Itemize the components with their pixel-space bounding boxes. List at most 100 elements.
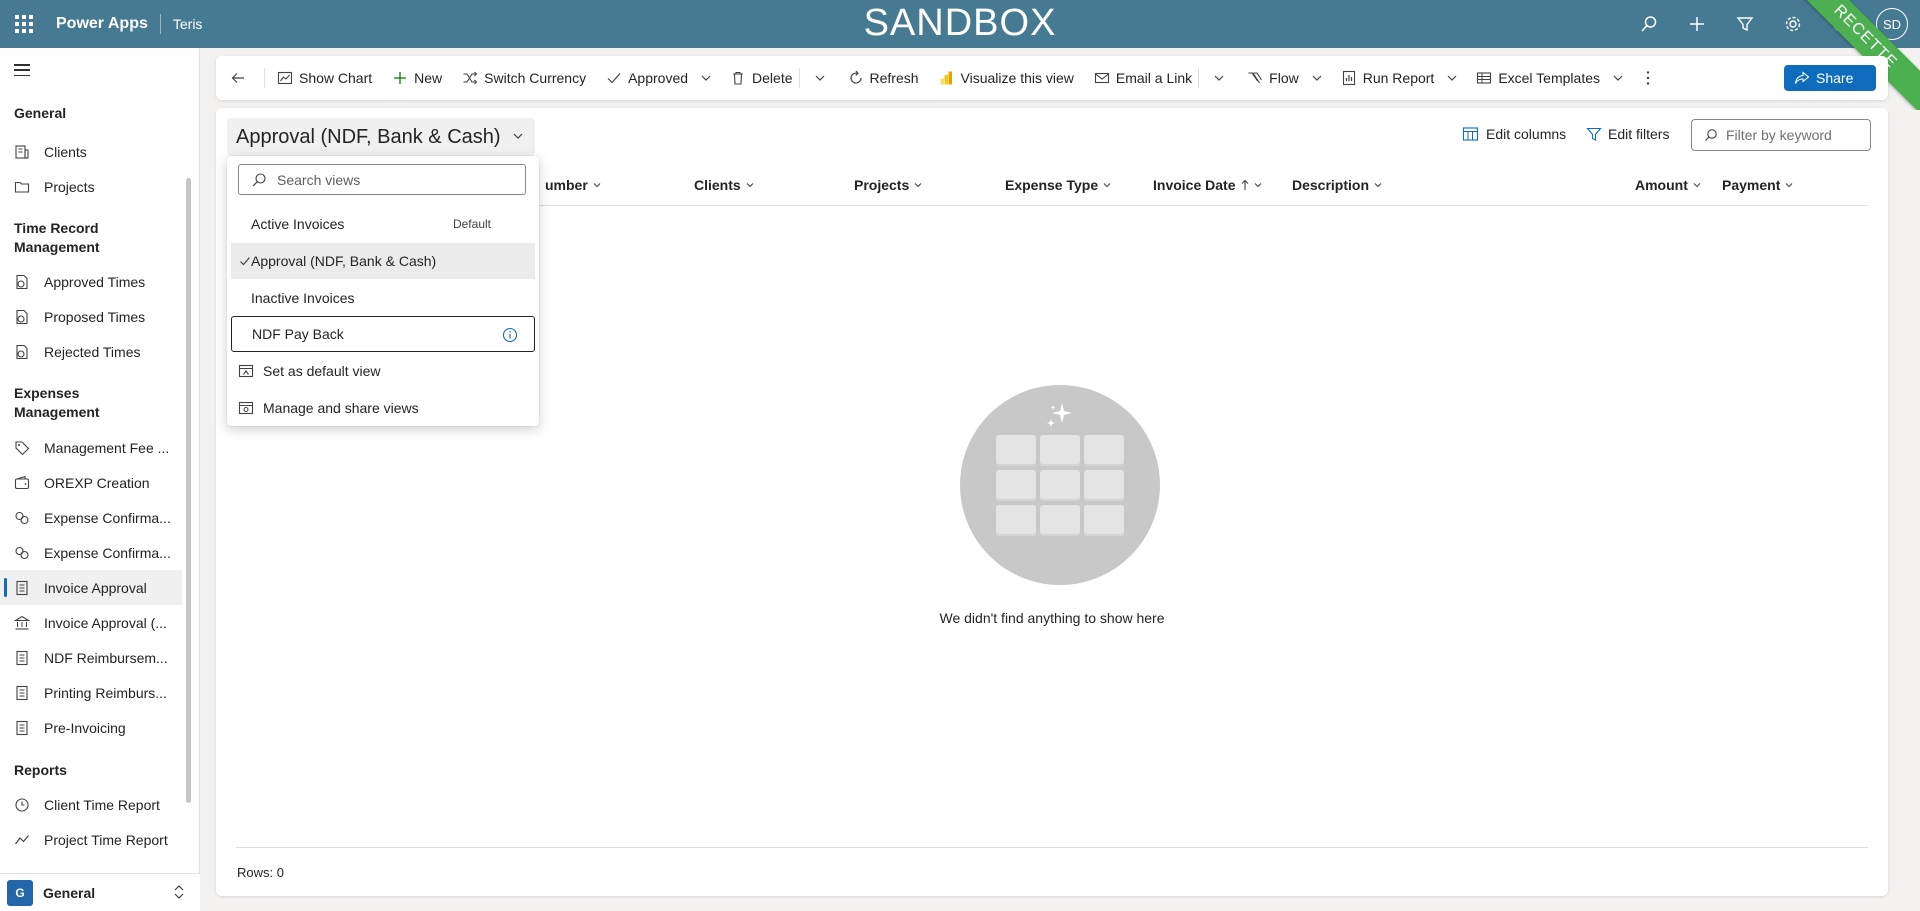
set-default-view-button[interactable]: Set as default view bbox=[238, 354, 381, 388]
email-link-button[interactable]: Email a Link bbox=[1084, 62, 1196, 94]
sidebar-item-ndf-reimbursement[interactable]: NDF Reimbursem... bbox=[0, 640, 182, 675]
sidebar-item-projects[interactable]: Projects bbox=[0, 169, 182, 204]
column-header-expense-type[interactable]: Expense Type bbox=[1005, 177, 1112, 193]
column-header-clients[interactable]: Clients bbox=[694, 177, 755, 193]
delete-button[interactable]: Delete bbox=[720, 62, 796, 94]
column-header-number[interactable]: umber bbox=[545, 177, 602, 193]
line-chart-icon bbox=[14, 832, 30, 848]
sidebar-item-pre-invoicing[interactable]: Pre-Invoicing bbox=[0, 710, 182, 745]
sidebar-item-project-time-report[interactable]: Project Time Report bbox=[0, 822, 182, 857]
hamburger-icon[interactable] bbox=[14, 64, 30, 76]
help-icon[interactable] bbox=[1828, 11, 1854, 37]
excel-templates-more-button[interactable] bbox=[1604, 62, 1632, 94]
sidebar-item-label: Invoice Approval (... bbox=[44, 614, 167, 631]
visualize-view-label: Visualize this view bbox=[960, 70, 1074, 86]
empty-state-message: We didn't find anything to show here bbox=[939, 610, 1165, 626]
chevron-down-icon bbox=[592, 180, 602, 190]
wallet-icon bbox=[14, 475, 30, 491]
area-label: General bbox=[43, 884, 96, 901]
column-header-amount[interactable]: Amount bbox=[1635, 177, 1702, 193]
sidebar-item-approved-times[interactable]: Approved Times bbox=[0, 264, 182, 299]
excel-templates-button[interactable]: Excel Templates bbox=[1466, 62, 1604, 94]
filter-keyword-box[interactable] bbox=[1691, 119, 1871, 151]
nav-group-general: General bbox=[14, 105, 67, 121]
edit-columns-button[interactable]: Edit columns bbox=[1462, 126, 1566, 142]
view-option-active-invoices[interactable]: Active Invoices Default bbox=[231, 206, 535, 242]
sidebar-item-label: Management Fee ... bbox=[44, 439, 170, 456]
flow-button[interactable]: Flow bbox=[1237, 62, 1303, 94]
mail-icon bbox=[1094, 70, 1110, 86]
search-views-box[interactable] bbox=[238, 164, 526, 195]
filter-keyword-input[interactable] bbox=[1726, 127, 1866, 143]
sidebar-item-label: Approved Times bbox=[44, 273, 146, 290]
user-avatar[interactable]: SD bbox=[1876, 8, 1908, 40]
refresh-label: Refresh bbox=[869, 70, 919, 86]
view-selector-button[interactable]: Approval (NDF, Bank & Cash) bbox=[227, 118, 535, 156]
sidebar-item-expense-confirmation-1[interactable]: Expense Confirma... bbox=[0, 500, 182, 535]
bank-icon bbox=[14, 615, 30, 631]
sidebar-item-label: OREXP Creation bbox=[44, 474, 150, 491]
switch-currency-button[interactable]: Switch Currency bbox=[452, 62, 596, 94]
area-badge: G bbox=[7, 879, 33, 906]
sidebar-item-client-time-report[interactable]: Client Time Report bbox=[0, 787, 182, 822]
chevron-down-icon bbox=[913, 180, 923, 190]
sidebar-item-expense-confirmation-2[interactable]: Expense Confirma... bbox=[0, 535, 182, 570]
refresh-button[interactable]: Refresh bbox=[838, 62, 929, 94]
app-name[interactable]: Power Apps bbox=[48, 14, 161, 34]
visualize-view-button[interactable]: Visualize this view bbox=[929, 62, 1084, 94]
sidebar-scrollbar[interactable] bbox=[186, 178, 191, 803]
search-views-input[interactable] bbox=[277, 171, 517, 188]
sidebar-item-printing-reimbursement[interactable]: Printing Reimburs... bbox=[0, 675, 182, 710]
column-header-invoice-date[interactable]: Invoice Date bbox=[1153, 177, 1263, 193]
info-icon[interactable] bbox=[502, 327, 518, 346]
environment-name[interactable]: Teris bbox=[161, 16, 203, 32]
sidebar-item-orexp-creation[interactable]: OREXP Creation bbox=[0, 465, 182, 500]
plus-icon[interactable] bbox=[1684, 11, 1710, 37]
sidebar-item-label: Pre-Invoicing bbox=[44, 719, 126, 736]
email-link-label: Email a Link bbox=[1115, 70, 1193, 86]
view-option-inactive-invoices[interactable]: Inactive Invoices bbox=[231, 280, 535, 316]
filter-icon bbox=[1586, 126, 1602, 142]
flow-more-button[interactable] bbox=[1303, 62, 1331, 94]
view-option-label: Inactive Invoices bbox=[251, 290, 355, 306]
view-option-ndf-pay-back[interactable]: NDF Pay Back bbox=[231, 316, 535, 352]
search-icon bbox=[1705, 129, 1717, 141]
chevron-down-icon bbox=[745, 180, 755, 190]
new-button[interactable]: New bbox=[382, 62, 452, 94]
sidebar-item-management-fee[interactable]: Management Fee ... bbox=[0, 430, 182, 465]
more-commands-button[interactable] bbox=[1632, 62, 1664, 94]
sidebar-item-rejected-times[interactable]: Rejected Times bbox=[0, 334, 182, 369]
email-more-button[interactable] bbox=[1201, 62, 1237, 94]
chevron-down-icon bbox=[1214, 75, 1224, 81]
run-report-more-button[interactable] bbox=[1438, 62, 1466, 94]
sidebar-item-proposed-times[interactable]: Proposed Times bbox=[0, 299, 182, 334]
clock-doc-icon bbox=[14, 344, 30, 360]
edit-filters-button[interactable]: Edit filters bbox=[1586, 126, 1669, 142]
column-header-payment[interactable]: Payment bbox=[1722, 177, 1794, 193]
column-header-description[interactable]: Description bbox=[1292, 177, 1383, 193]
sidebar-item-clients[interactable]: Clients bbox=[0, 134, 182, 169]
filter-icon[interactable] bbox=[1732, 11, 1758, 37]
run-report-button[interactable]: Run Report bbox=[1331, 62, 1439, 94]
sidebar-item-label: Expense Confirma... bbox=[44, 509, 171, 526]
manage-share-views-button[interactable]: Manage and share views bbox=[238, 391, 419, 425]
sidebar-item-label: NDF Reimbursem... bbox=[44, 649, 168, 666]
app-launcher-button[interactable] bbox=[0, 0, 48, 48]
checkmark-icon bbox=[239, 254, 251, 270]
excel-icon bbox=[1476, 70, 1492, 86]
sidebar-item-invoice-approval-2[interactable]: Invoice Approval (... bbox=[0, 605, 182, 640]
approved-button[interactable]: Approved bbox=[596, 62, 692, 94]
share-button[interactable]: Share bbox=[1784, 65, 1876, 91]
show-chart-button[interactable]: Show Chart bbox=[267, 62, 382, 94]
approved-more-button[interactable] bbox=[692, 62, 720, 94]
column-header-projects[interactable]: Projects bbox=[854, 177, 923, 193]
arrow-left-icon bbox=[230, 70, 246, 86]
back-button[interactable] bbox=[226, 62, 262, 94]
area-switcher[interactable]: G General bbox=[0, 873, 200, 911]
view-option-approval[interactable]: Approval (NDF, Bank & Cash) bbox=[231, 243, 535, 279]
sidebar-item-invoice-approval[interactable]: Invoice Approval bbox=[0, 570, 182, 605]
gear-icon[interactable] bbox=[1780, 11, 1806, 37]
trash-icon bbox=[730, 70, 746, 86]
search-icon[interactable] bbox=[1636, 11, 1662, 37]
delete-more-button[interactable] bbox=[802, 62, 838, 94]
